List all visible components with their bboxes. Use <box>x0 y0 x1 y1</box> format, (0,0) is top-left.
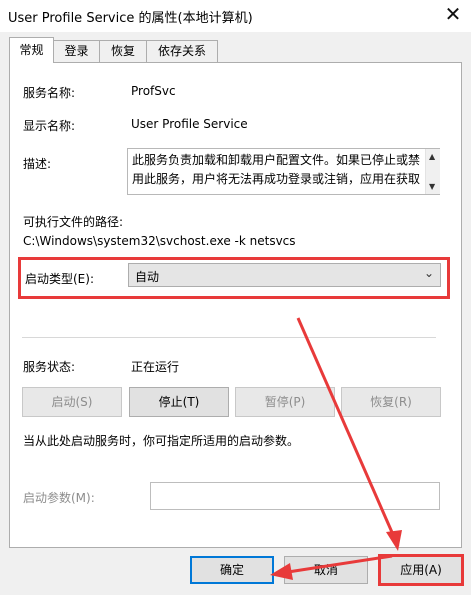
stop-button[interactable]: 停止(T) <box>129 387 229 417</box>
service-status-label: 服务状态: <box>23 360 76 374</box>
scroll-up-icon[interactable]: ▲ <box>429 152 435 161</box>
start-params-label: 启动参数(M): <box>23 491 95 505</box>
resume-button[interactable]: 恢复(R) <box>341 387 441 417</box>
description-label: 描述: <box>23 157 52 171</box>
tab-dependencies[interactable]: 依存关系 <box>146 40 218 62</box>
pause-button[interactable]: 暂停(P) <box>235 387 335 417</box>
start-params-input[interactable] <box>150 482 440 510</box>
description-scrollbar[interactable]: ▲ ▼ <box>425 149 440 194</box>
description-box[interactable]: 此服务负责加载和卸载用户配置文件。如果已停止或禁用此服务，用户将无法再成功登录或… <box>127 148 440 195</box>
start-params-hint: 当从此处启动服务时，你可指定所适用的启动参数。 <box>23 434 300 448</box>
description-text: 此服务负责加载和卸载用户配置文件。如果已停止或禁用此服务，用户将无法再成功登录或… <box>132 153 421 186</box>
general-panel <box>9 62 462 548</box>
close-icon[interactable]: ✕ <box>436 0 470 30</box>
cancel-button[interactable]: 取消 <box>284 556 368 584</box>
apply-button[interactable]: 应用(A) <box>378 554 464 586</box>
ok-button[interactable]: 确定 <box>190 556 274 584</box>
service-name-label: 服务名称: <box>23 86 76 100</box>
service-name-value: ProfSvc <box>131 84 176 98</box>
tab-recovery[interactable]: 恢复 <box>99 40 147 62</box>
scroll-down-icon[interactable]: ▼ <box>429 182 435 191</box>
title-bar: User Profile Service 的属性(本地计算机) ✕ <box>0 0 471 32</box>
tab-general[interactable]: 常规 <box>9 37 54 63</box>
divider <box>22 337 436 338</box>
window-title: User Profile Service 的属性(本地计算机) <box>8 11 253 26</box>
start-button[interactable]: 启动(S) <box>22 387 122 417</box>
display-name-value: User Profile Service <box>131 117 248 131</box>
exe-path-label: 可执行文件的路径: <box>23 215 124 229</box>
exe-path-value: C:\Windows\system32\svchost.exe -k netsv… <box>23 234 296 248</box>
display-name-label: 显示名称: <box>23 119 76 133</box>
tab-logon[interactable]: 登录 <box>53 40 100 62</box>
service-status-value: 正在运行 <box>131 360 180 374</box>
annotation-highlight-startup <box>18 257 450 299</box>
